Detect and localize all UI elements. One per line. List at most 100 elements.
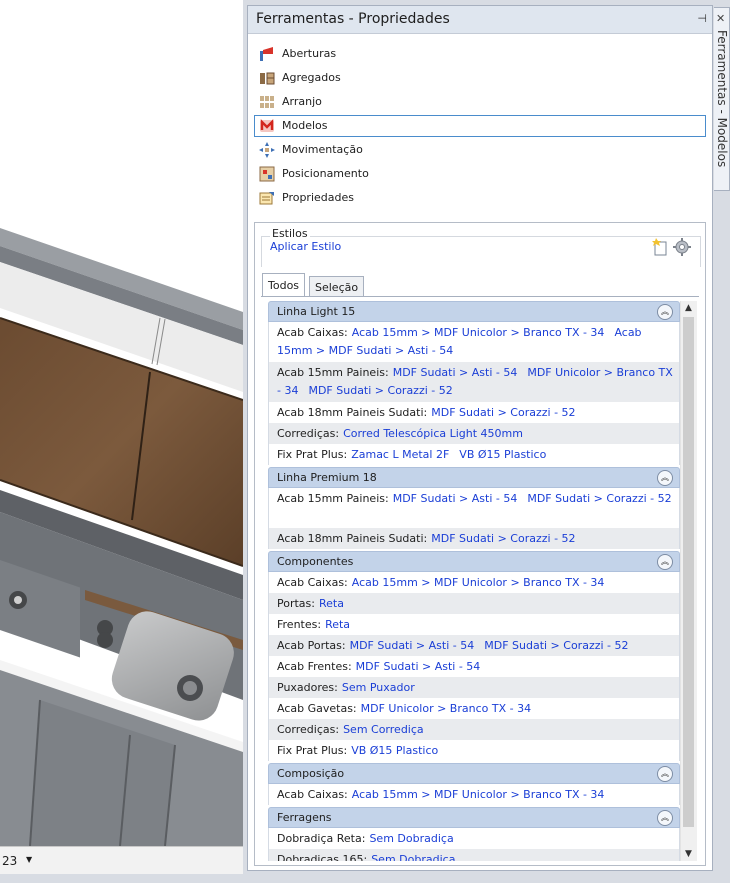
modelos-icon <box>260 119 274 132</box>
property-key: Acab Caixas: <box>277 576 348 589</box>
posicionamento-icon <box>259 166 275 182</box>
property-value-link[interactable]: MDF Sudati > Corazzi - 52 <box>308 384 452 397</box>
property-value-link[interactable]: VB Ø15 Plastico <box>459 448 546 461</box>
menu-item-label: Posicionamento <box>282 167 369 180</box>
section-header[interactable]: Composição ︽ <box>268 763 680 784</box>
property-key: Acab 18mm Paineis Sudati: <box>277 532 428 545</box>
apply-style-link[interactable]: Aplicar Estilo <box>270 240 341 253</box>
menu-item-modelos[interactable]: Modelos <box>254 115 706 137</box>
section-title: Linha Light 15 <box>277 305 356 318</box>
property-value-link[interactable]: Sem Dobradiça <box>371 853 455 861</box>
arranjo-icon <box>260 96 274 108</box>
scrollbar[interactable]: ▲ ▼ <box>680 301 697 861</box>
bottom-strip <box>0 874 730 883</box>
section-header[interactable]: Componentes ︽ <box>268 551 680 572</box>
property-value-link[interactable]: MDF Sudati > Asti - 54 <box>393 492 518 505</box>
pin-icon[interactable]: ⊣ <box>697 12 707 25</box>
property-row: Fix Prat Plus: Zamac L Metal 2F VB Ø15 Pla… <box>268 444 680 465</box>
menu-item-propriedades[interactable]: Propriedades <box>254 187 706 209</box>
dock-tab-icon: ✕ <box>716 12 726 25</box>
menu-item-posicionamento[interactable]: Posicionamento <box>254 163 706 185</box>
property-key: Fix Prat Plus: <box>277 744 348 757</box>
menu-item-label: Propriedades <box>282 191 354 204</box>
property-row: Acab Caixas: Acab 15mm > MDF Unicolor > B… <box>268 572 680 593</box>
property-value-link[interactable]: Reta <box>319 597 344 610</box>
collapse-icon[interactable]: ︽ <box>657 304 673 320</box>
section-title: Ferragens <box>277 811 332 824</box>
collapse-icon[interactable]: ︽ <box>657 810 673 826</box>
property-value-link[interactable]: MDF Sudati > Corazzi - 52 <box>431 532 575 545</box>
section-title: Componentes <box>277 555 354 568</box>
property-value-link[interactable]: Acab 15mm > MDF Unicolor > Branco TX - 3… <box>352 326 605 339</box>
property-value-link[interactable]: Reta <box>325 618 350 631</box>
property-row: Acab Caixas: Acab 15mm > MDF Unicolor > B… <box>268 322 680 362</box>
menu-item-agregados[interactable]: Agregados <box>254 67 706 89</box>
scroll-up-icon[interactable]: ▲ <box>685 303 692 313</box>
property-row: Portas: Reta <box>268 593 680 614</box>
menu-item-label: Arranjo <box>282 95 322 108</box>
chevron-down-icon[interactable]: ▼ <box>26 855 32 864</box>
property-value-link[interactable]: Sem Puxador <box>342 681 415 694</box>
gear-icon[interactable] <box>673 238 691 256</box>
section-header[interactable]: Linha Premium 18 ︽ <box>268 467 680 488</box>
property-value-link[interactable]: Corred Telescópica Light 450mm <box>343 427 523 440</box>
tab-selecao[interactable]: Seleção <box>309 276 365 297</box>
section-header[interactable]: Linha Light 15 ︽ <box>268 301 680 322</box>
property-value-link[interactable]: Zamac L Metal 2F <box>351 448 449 461</box>
styles-groupbox: Estilos Aplicar Estilo Todos Seleção Lin… <box>254 222 706 866</box>
property-row: Corrediças: Corred Telescópica Light 450m… <box>268 423 680 444</box>
collapse-icon[interactable]: ︽ <box>657 470 673 486</box>
property-row: Acab 15mm Paineis: MDF Sudati > Asti - 54… <box>268 362 680 402</box>
property-row: Acab 18mm Paineis Sudati: MDF Sudati > Co… <box>268 528 680 549</box>
menu-item-label: Aberturas <box>282 47 337 60</box>
property-key: Acab Caixas: <box>277 788 348 801</box>
property-value-link[interactable]: MDF Sudati > Asti - 54 <box>393 366 518 379</box>
menu-item-label: Modelos <box>282 119 328 132</box>
property-value-link[interactable]: VB Ø15 Plastico <box>351 744 438 757</box>
property-row: Fix Prat Plus: VB Ø15 Plastico <box>268 740 680 761</box>
property-key: Acab Frentes: <box>277 660 352 673</box>
property-value-link[interactable]: Acab 15mm > MDF Unicolor > Branco TX - 3… <box>352 576 605 589</box>
section-header[interactable]: Ferragens ︽ <box>268 807 680 828</box>
property-row: Acab Caixas: Acab 15mm > MDF Unicolor > B… <box>268 784 680 805</box>
property-row: Acab Portas: MDF Sudati > Asti - 54 MDF Su… <box>268 635 680 656</box>
collapse-icon[interactable]: ︽ <box>657 766 673 782</box>
property-key: Acab Portas: <box>277 639 346 652</box>
property-value-link[interactable]: Sem Dobradiça <box>369 832 453 845</box>
zoom-value[interactable]: 23 <box>2 854 17 868</box>
property-row: Dobradiças 165: Sem Dobradiça <box>268 849 680 861</box>
viewport-statusbar: 23 ▼ <box>0 846 243 875</box>
section-title: Composição <box>277 767 345 780</box>
property-value-link[interactable]: MDF Sudati > Asti - 54 <box>356 660 481 673</box>
3d-viewport[interactable] <box>0 0 243 846</box>
property-key: Corrediças: <box>277 723 340 736</box>
property-value-link[interactable]: MDF Unicolor > Branco TX - 34 <box>361 702 531 715</box>
property-value-link[interactable]: MDF Sudati > Corazzi - 52 <box>527 492 671 505</box>
new-style-icon[interactable] <box>652 238 669 256</box>
property-value-link[interactable]: Sem Corrediça <box>343 723 424 736</box>
menu-item-arranjo[interactable]: Arranjo <box>254 91 706 113</box>
property-value-link[interactable]: MDF Sudati > Corazzi - 52 <box>484 639 628 652</box>
property-key: Acab Caixas: <box>277 326 348 339</box>
menu-item-aberturas[interactable]: Aberturas <box>254 43 706 65</box>
dock-tab-ferramentas-modelos[interactable]: ✕ Ferramentas - Modelos <box>714 7 730 191</box>
property-row: Corrediças: Sem Corrediça <box>268 719 680 740</box>
collapse-icon[interactable]: ︽ <box>657 554 673 570</box>
menu-item-movimentacao[interactable]: Movimentação <box>254 139 706 161</box>
property-list[interactable]: Linha Light 15 ︽ Acab Caixas: Acab 15mm > M… <box>268 301 680 861</box>
agregados-icon <box>260 72 275 85</box>
section-title: Linha Premium 18 <box>277 471 377 484</box>
property-row: Acab 18mm Paineis Sudati: MDF Sudati > Co… <box>268 402 680 423</box>
tab-todos[interactable]: Todos <box>262 273 306 297</box>
menu-item-label: Agregados <box>282 71 341 84</box>
property-value-link[interactable]: MDF Sudati > Corazzi - 52 <box>431 406 575 419</box>
scroll-down-icon[interactable]: ▼ <box>685 849 692 859</box>
properties-panel: Ferramentas - Propriedades ⊣ Aberturas A… <box>247 5 713 871</box>
property-value-link[interactable]: Acab 15mm > MDF Unicolor > Branco TX - 3… <box>352 788 605 801</box>
property-value-link[interactable]: MDF Sudati > Asti - 54 <box>350 639 475 652</box>
property-key: Acab 18mm Paineis Sudati: <box>277 406 428 419</box>
property-key: Acab 15mm Paineis: <box>277 492 389 505</box>
scrollbar-thumb[interactable] <box>683 317 694 827</box>
movimentacao-icon <box>259 142 275 158</box>
property-key: Corrediças: <box>277 427 340 440</box>
